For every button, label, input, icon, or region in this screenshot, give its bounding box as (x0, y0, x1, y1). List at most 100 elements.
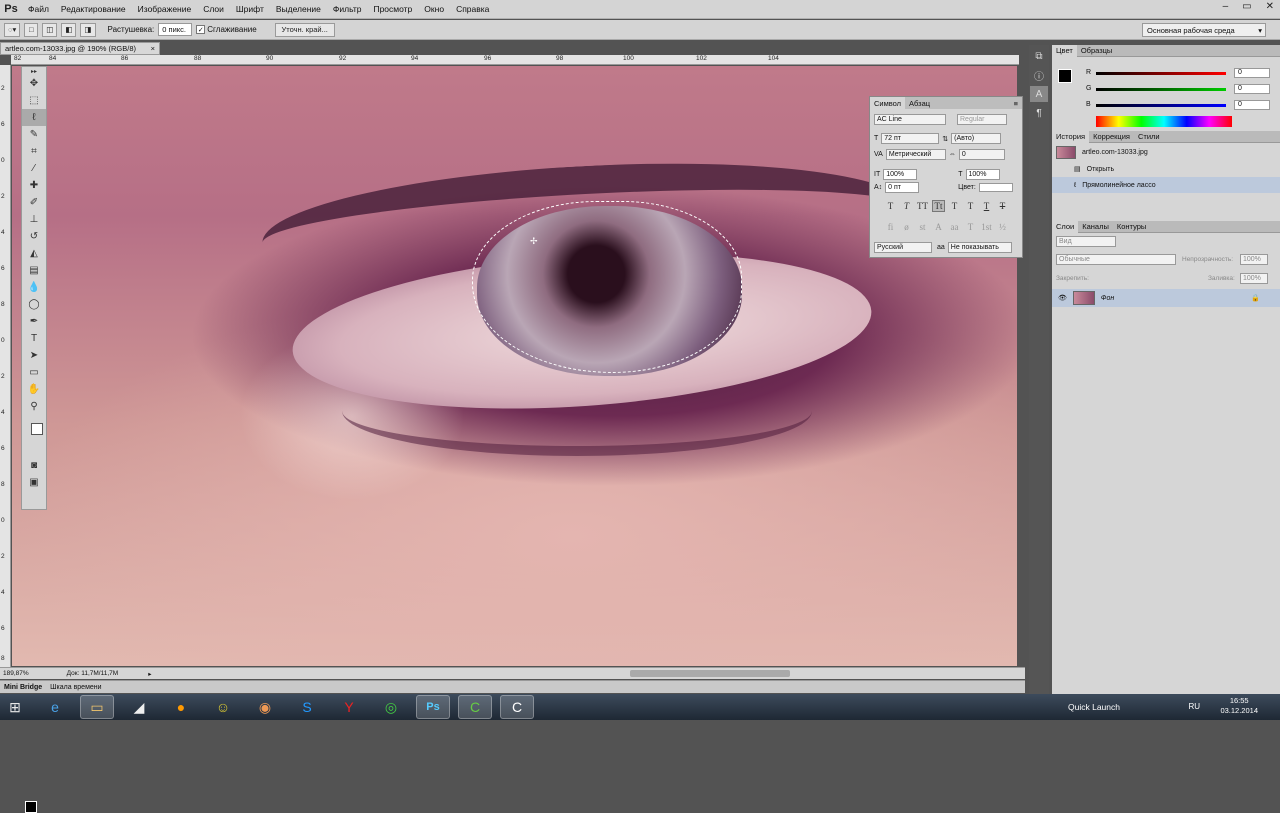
font-family-select[interactable]: AC Line (874, 114, 946, 125)
layer-filter-select[interactable]: Вид (1056, 236, 1116, 247)
underline-button[interactable]: T (980, 200, 993, 212)
eraser-tool-icon[interactable]: ◭ (22, 245, 46, 262)
quick-mask-icon[interactable]: ◙ (22, 457, 46, 474)
character-panel-icon[interactable]: A (1030, 86, 1048, 102)
eye-icon[interactable]: 👁 (1058, 294, 1067, 302)
background-color-swatch[interactable] (31, 423, 43, 435)
collapse-icon[interactable]: ▸▸ (22, 67, 46, 75)
status-arrow-icon[interactable]: ▸ (148, 670, 151, 678)
lasso-tool-icon[interactable]: ℓ (22, 109, 46, 126)
history-item[interactable]: ▤ Открыть (1052, 161, 1280, 177)
drive-icon[interactable]: ◢ (122, 695, 156, 719)
language-indicator[interactable]: RU (1188, 702, 1200, 711)
marquee-tool-icon[interactable]: ⬚ (22, 92, 46, 109)
panel-menu-icon[interactable]: ≡ (1014, 99, 1018, 108)
skype-icon[interactable]: S (290, 695, 324, 719)
swash-button[interactable]: A (932, 221, 945, 233)
lasso-preset-icon[interactable]: ◌▾ (4, 22, 21, 37)
tab-swatches[interactable]: Образцы (1077, 45, 1117, 57)
feather-input[interactable]: 0 пикс. (158, 23, 193, 36)
close-doc-icon[interactable]: × (151, 44, 155, 53)
tab-timeline[interactable]: Шкала времени (50, 684, 101, 691)
new-selection-icon[interactable]: □ (24, 22, 39, 37)
menu-edit[interactable]: Редактирование (55, 4, 132, 14)
info-panel-icon[interactable]: ⓘ (1030, 67, 1048, 83)
media-icon[interactable]: ● (164, 695, 198, 719)
blue-value-input[interactable]: 0 (1234, 100, 1270, 110)
stylistic-alt-button[interactable]: aa (948, 221, 961, 233)
baseline-input[interactable]: 0 пт (885, 182, 920, 193)
subscript-button[interactable]: T (964, 200, 977, 212)
vertical-scale-input[interactable]: 100% (883, 169, 918, 180)
firefox-icon[interactable]: ◉ (248, 695, 282, 719)
quick-select-icon[interactable]: ✎ (22, 126, 46, 143)
history-snapshot[interactable]: artleo.com-13033.jpg (1052, 143, 1280, 161)
clock[interactable]: 16:55 03.12.2014 (1220, 696, 1258, 716)
subtract-selection-icon[interactable]: ◧ (61, 22, 77, 37)
clone-stamp-icon[interactable]: ⊥ (22, 211, 46, 228)
tab-paths[interactable]: Контуры (1113, 221, 1150, 233)
faux-bold-button[interactable]: T (884, 200, 897, 212)
fill-input[interactable]: 100% (1240, 273, 1268, 284)
font-size-select[interactable]: 72 пт (881, 133, 940, 144)
fg-color-swatch[interactable] (1058, 69, 1072, 83)
strikethrough-button[interactable]: T (996, 200, 1009, 212)
yandex-icon[interactable]: Y (332, 695, 366, 719)
screen-mode-icon[interactable]: ▣ (22, 474, 46, 491)
close-icon[interactable]: ✕ (1266, 1, 1274, 12)
refine-edge-button[interactable]: Уточн. край... (274, 22, 335, 37)
foreground-color-swatch[interactable] (25, 801, 37, 813)
add-selection-icon[interactable]: ◫ (42, 22, 58, 37)
tab-adjustments[interactable]: Коррекция (1089, 131, 1134, 143)
tab-paragraph[interactable]: Абзац (905, 97, 934, 109)
old-style-button[interactable]: ø (900, 221, 913, 233)
crop-tool-icon[interactable]: ⌗ (22, 143, 46, 160)
move-tool-icon[interactable]: ✥ (22, 75, 46, 92)
tab-color[interactable]: Цвет (1052, 44, 1077, 57)
green-slider[interactable] (1096, 88, 1226, 91)
menu-view[interactable]: Просмотр (367, 4, 418, 14)
history-brush-icon[interactable]: ↺ (22, 228, 46, 245)
menu-type[interactable]: Шрифт (230, 4, 270, 14)
fractions-button[interactable]: ½ (996, 221, 1009, 233)
ordinals-button[interactable]: 1st (980, 221, 993, 233)
chrome-icon[interactable]: ◎ (374, 695, 408, 719)
language-select[interactable]: Русский (874, 242, 932, 253)
font-style-select[interactable]: Regular (957, 114, 1007, 125)
photoshop-taskbar-icon[interactable]: Ps (416, 695, 450, 719)
horizontal-scrollbar[interactable] (630, 670, 790, 677)
layer-row[interactable]: 👁 Фон 🔒 (1052, 289, 1280, 307)
dodge-tool-icon[interactable]: ◯ (22, 296, 46, 313)
hand-tool-icon[interactable]: ✋ (22, 381, 46, 398)
history-item[interactable]: ℓ Прямолинейное лассо (1052, 177, 1280, 193)
text-color-swatch[interactable] (978, 183, 1013, 192)
menu-filter[interactable]: Фильтр (327, 4, 368, 14)
document-tab[interactable]: artleo.com-13033.jpg @ 190% (RGB/8) × (0, 42, 160, 55)
tab-mini-bridge[interactable]: Mini Bridge (4, 684, 42, 691)
type-tool-icon[interactable]: T (22, 330, 46, 347)
path-select-icon[interactable]: ➤ (22, 347, 46, 364)
opacity-input[interactable]: 100% (1240, 254, 1268, 265)
titling-button[interactable]: T (964, 221, 977, 233)
kerning-select[interactable]: Метрический (885, 149, 946, 160)
history-panel-icon[interactable]: ⧉ (1030, 48, 1048, 64)
messenger-icon[interactable]: ☺ (206, 695, 240, 719)
quick-launch-label[interactable]: Quick Launch (1068, 702, 1120, 712)
tab-character[interactable]: Символ (870, 97, 906, 109)
ligature-button[interactable]: fi (884, 221, 897, 233)
explorer-icon[interactable]: ▭ (80, 695, 114, 719)
color-spectrum[interactable] (1096, 116, 1232, 127)
tracking-select[interactable]: 0 (958, 149, 1005, 160)
zoom-tool-icon[interactable]: ⚲ (22, 398, 46, 415)
menu-image[interactable]: Изображение (132, 4, 198, 14)
menu-layers[interactable]: Слои (197, 4, 230, 14)
intersect-selection-icon[interactable]: ◨ (80, 22, 96, 37)
start-button-icon[interactable]: ⊞ (0, 695, 30, 719)
document-canvas[interactable]: ✢ (12, 66, 1017, 666)
gradient-tool-icon[interactable]: ▤ (22, 262, 46, 279)
camtasia-recorder-icon[interactable]: C (500, 695, 534, 719)
tab-layers[interactable]: Слои (1052, 220, 1079, 233)
all-caps-button[interactable]: TT (916, 200, 929, 212)
tab-history[interactable]: История (1052, 130, 1090, 143)
menu-window[interactable]: Окно (418, 4, 450, 14)
